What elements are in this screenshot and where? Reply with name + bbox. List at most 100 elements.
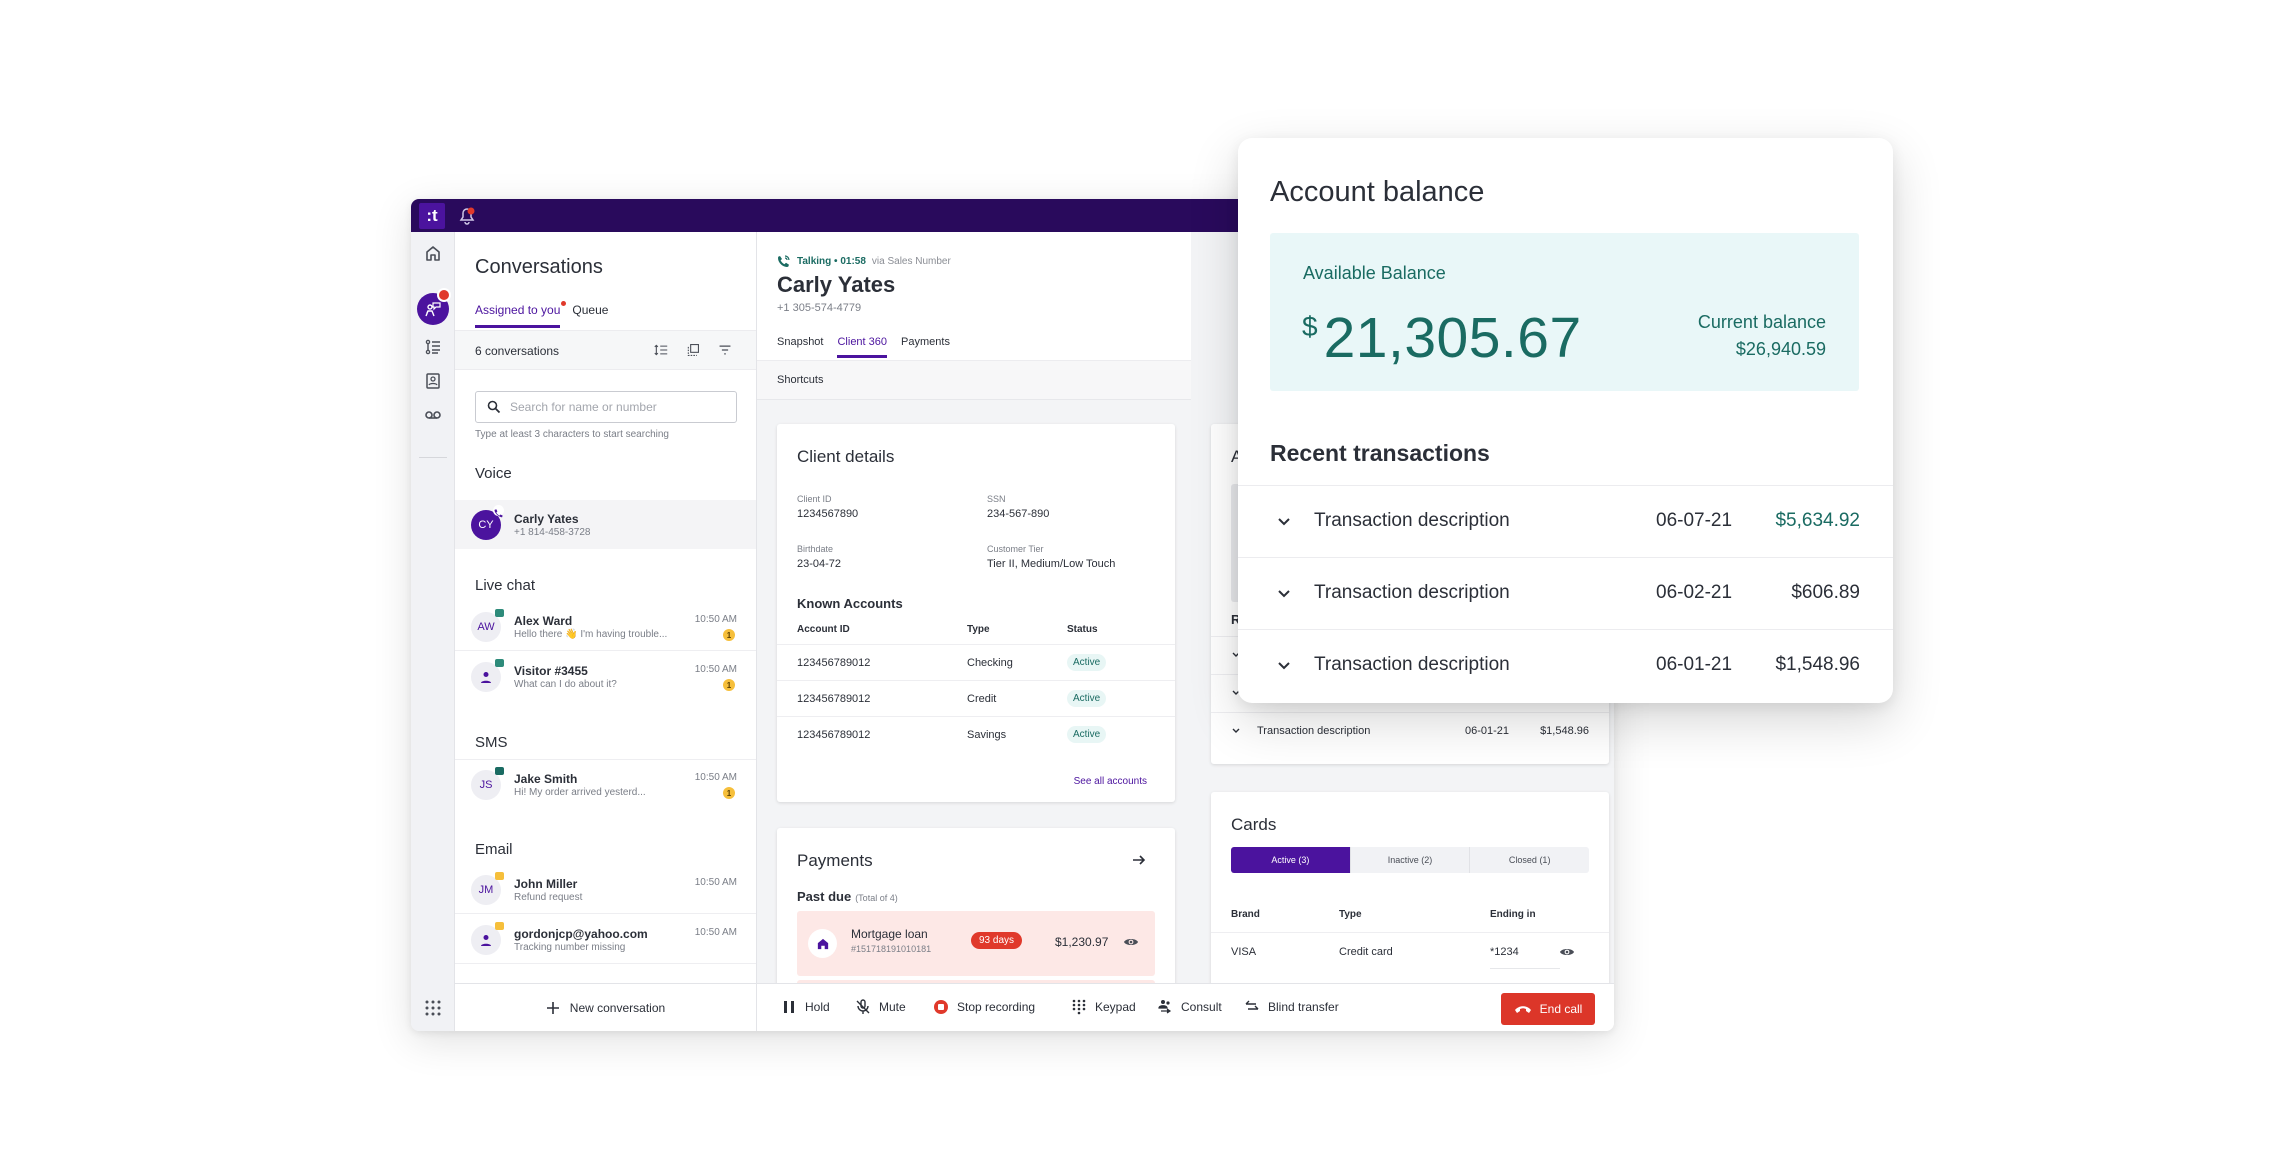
- home-icon[interactable]: [422, 242, 444, 264]
- past-due-item[interactable]: Mortgage loan #151718191010181 93 days $…: [797, 911, 1155, 976]
- chevron-down-icon[interactable]: [1275, 585, 1293, 603]
- loan-number: #151718191010181: [851, 944, 932, 954]
- phone-in-talk-icon: [778, 255, 790, 267]
- notification-bell-icon[interactable]: [459, 207, 475, 225]
- segment-inactive[interactable]: Inactive (2): [1351, 847, 1471, 873]
- eye-icon[interactable]: [1123, 934, 1139, 950]
- transaction-description: Transaction description: [1257, 725, 1371, 737]
- available-balance: $ 21,305.67: [1302, 305, 1582, 371]
- contact-name: Carly Yates: [514, 512, 579, 526]
- end-call-button[interactable]: End call: [1501, 993, 1595, 1025]
- transaction-row[interactable]: Transaction description 06-07-21 $5,634.…: [1238, 485, 1893, 557]
- stop-recording-button[interactable]: Stop recording: [933, 999, 1035, 1015]
- message-preview: Hello there 👋 I'm having trouble...: [514, 629, 668, 640]
- segment-closed[interactable]: Closed (1): [1470, 847, 1589, 873]
- rail-divider: [419, 457, 447, 458]
- transaction-amount: $1,548.96: [1775, 654, 1860, 675]
- tab-client-360[interactable]: Client 360: [837, 336, 888, 358]
- client-id-value: 1234567890: [797, 508, 859, 520]
- cards-card: Cards Active (3) Inactive (2) Closed (1)…: [1211, 792, 1609, 983]
- table-row[interactable]: VISA Credit card *1234: [1211, 932, 1609, 972]
- filter-icon[interactable]: [716, 341, 734, 359]
- conversation-item[interactable]: Visitor #3455 What can I do about it? 10…: [455, 652, 756, 701]
- plus-icon: [546, 1001, 559, 1014]
- ssn-value: 234-567-890: [987, 508, 1050, 520]
- contact-name: Visitor #3455: [514, 664, 588, 678]
- unread-dot: [561, 301, 567, 306]
- tab-payments[interactable]: Payments: [901, 336, 950, 358]
- voicemail-icon[interactable]: [422, 404, 444, 426]
- app-logo[interactable]: :t: [419, 203, 445, 229]
- phone-channel-icon: [493, 505, 504, 518]
- account-type: Checking: [967, 657, 1013, 669]
- search-input[interactable]: [510, 392, 730, 422]
- column-header: Status: [1067, 624, 1098, 635]
- conversation-item[interactable]: JS Jake Smith Hi! My order arrived yeste…: [455, 759, 756, 808]
- new-conversation-button[interactable]: New conversation: [455, 983, 757, 1031]
- field-label: SSN: [987, 494, 1006, 504]
- apps-grid-icon[interactable]: [424, 999, 442, 1017]
- consult-label: Consult: [1181, 1000, 1222, 1014]
- unread-badge: 1: [723, 629, 735, 641]
- table-row[interactable]: 123456789012 Checking Active: [777, 644, 1175, 680]
- search-hint: Type at least 3 characters to start sear…: [475, 429, 669, 440]
- section-live-chat: Live chat: [475, 577, 536, 594]
- person-icon: [481, 672, 491, 683]
- stop-recording-label: Stop recording: [957, 1000, 1036, 1014]
- blind-transfer-button[interactable]: Blind transfer: [1244, 999, 1339, 1015]
- conversation-item[interactable]: gordonjcp@yahoo.com Tracking number miss…: [455, 915, 756, 964]
- table-row[interactable]: 123456789012 Credit Active: [777, 680, 1175, 716]
- transaction-amount: $1,548.96: [1540, 725, 1589, 737]
- conversation-item[interactable]: JM John Miller Refund request 10:50 AM: [455, 865, 756, 914]
- chevron-down-icon[interactable]: [1275, 513, 1293, 531]
- loan-amount: $1,230.97: [1055, 935, 1109, 949]
- sort-icon[interactable]: [652, 341, 670, 359]
- eye-icon[interactable]: [1559, 944, 1575, 960]
- email-channel-icon: [495, 872, 504, 880]
- conversation-item[interactable]: AW Alex Ward Hello there 👋 I'm having tr…: [455, 602, 756, 651]
- tab-snapshot[interactable]: Snapshot: [777, 336, 823, 358]
- customer-tier-value: Tier II, Medium/Low Touch: [987, 558, 1116, 570]
- arrow-right-icon[interactable]: [1131, 852, 1147, 868]
- account-balance-title: Account balance: [1270, 176, 1485, 208]
- transaction-row[interactable]: Transaction description 06-01-21 $1,548.…: [1211, 712, 1609, 750]
- hang-up-icon: [1514, 1006, 1531, 1013]
- see-all-accounts-link[interactable]: See all accounts: [1074, 776, 1147, 787]
- end-call-label: End call: [1539, 1002, 1583, 1016]
- message-preview: Hi! My order arrived yesterd...: [514, 787, 646, 798]
- contact-name: Jake Smith: [514, 772, 578, 786]
- client-details-card: Client details Client ID 1234567890 SSN …: [777, 424, 1175, 802]
- transfer-icon: [1245, 1000, 1259, 1010]
- message-time: 10:50 AM: [694, 877, 737, 888]
- tab-label: Assigned to you: [475, 303, 561, 317]
- unread-badge: 1: [723, 679, 735, 691]
- keypad-button[interactable]: Keypad: [1071, 999, 1136, 1015]
- conversations-title: Conversations: [475, 256, 603, 278]
- transaction-description: Transaction description: [1314, 582, 1510, 603]
- search-field[interactable]: [475, 391, 737, 423]
- segment-active[interactable]: Active (3): [1231, 847, 1351, 873]
- message-preview: What can I do about it?: [514, 679, 617, 690]
- status-badge: Active: [1067, 690, 1107, 707]
- tab-queue[interactable]: Queue: [572, 303, 608, 328]
- contact-book-icon[interactable]: [422, 370, 444, 392]
- chevron-down-icon[interactable]: [1275, 657, 1293, 675]
- consult-icon: [1158, 1000, 1172, 1014]
- keypad-label: Keypad: [1095, 1000, 1136, 1014]
- tab-assigned-to-you[interactable]: Assigned to you: [475, 301, 567, 328]
- consult-button[interactable]: Consult: [1157, 999, 1222, 1015]
- conversation-item[interactable]: CY Carly Yates +1 814-458-3728: [455, 500, 756, 549]
- hold-button[interactable]: Hold: [781, 999, 830, 1015]
- birthdate-value: 23-04-72: [797, 558, 842, 570]
- table-row[interactable]: 123456789012 Savings Active: [777, 716, 1175, 752]
- card-brand: VISA: [1231, 946, 1257, 958]
- select-multiple-icon[interactable]: [684, 341, 702, 359]
- transaction-row[interactable]: Transaction description 06-02-21 $606.89: [1238, 557, 1893, 629]
- column-header: Account ID: [797, 624, 850, 635]
- transaction-row[interactable]: Transaction description 06-01-21 $1,548.…: [1238, 629, 1893, 701]
- available-balance-label: Available Balance: [1303, 263, 1446, 283]
- shortcuts-label[interactable]: Shortcuts: [777, 374, 823, 386]
- task-list-icon[interactable]: [422, 336, 444, 358]
- email-channel-icon: [495, 922, 504, 930]
- mute-button[interactable]: Mute: [855, 999, 906, 1015]
